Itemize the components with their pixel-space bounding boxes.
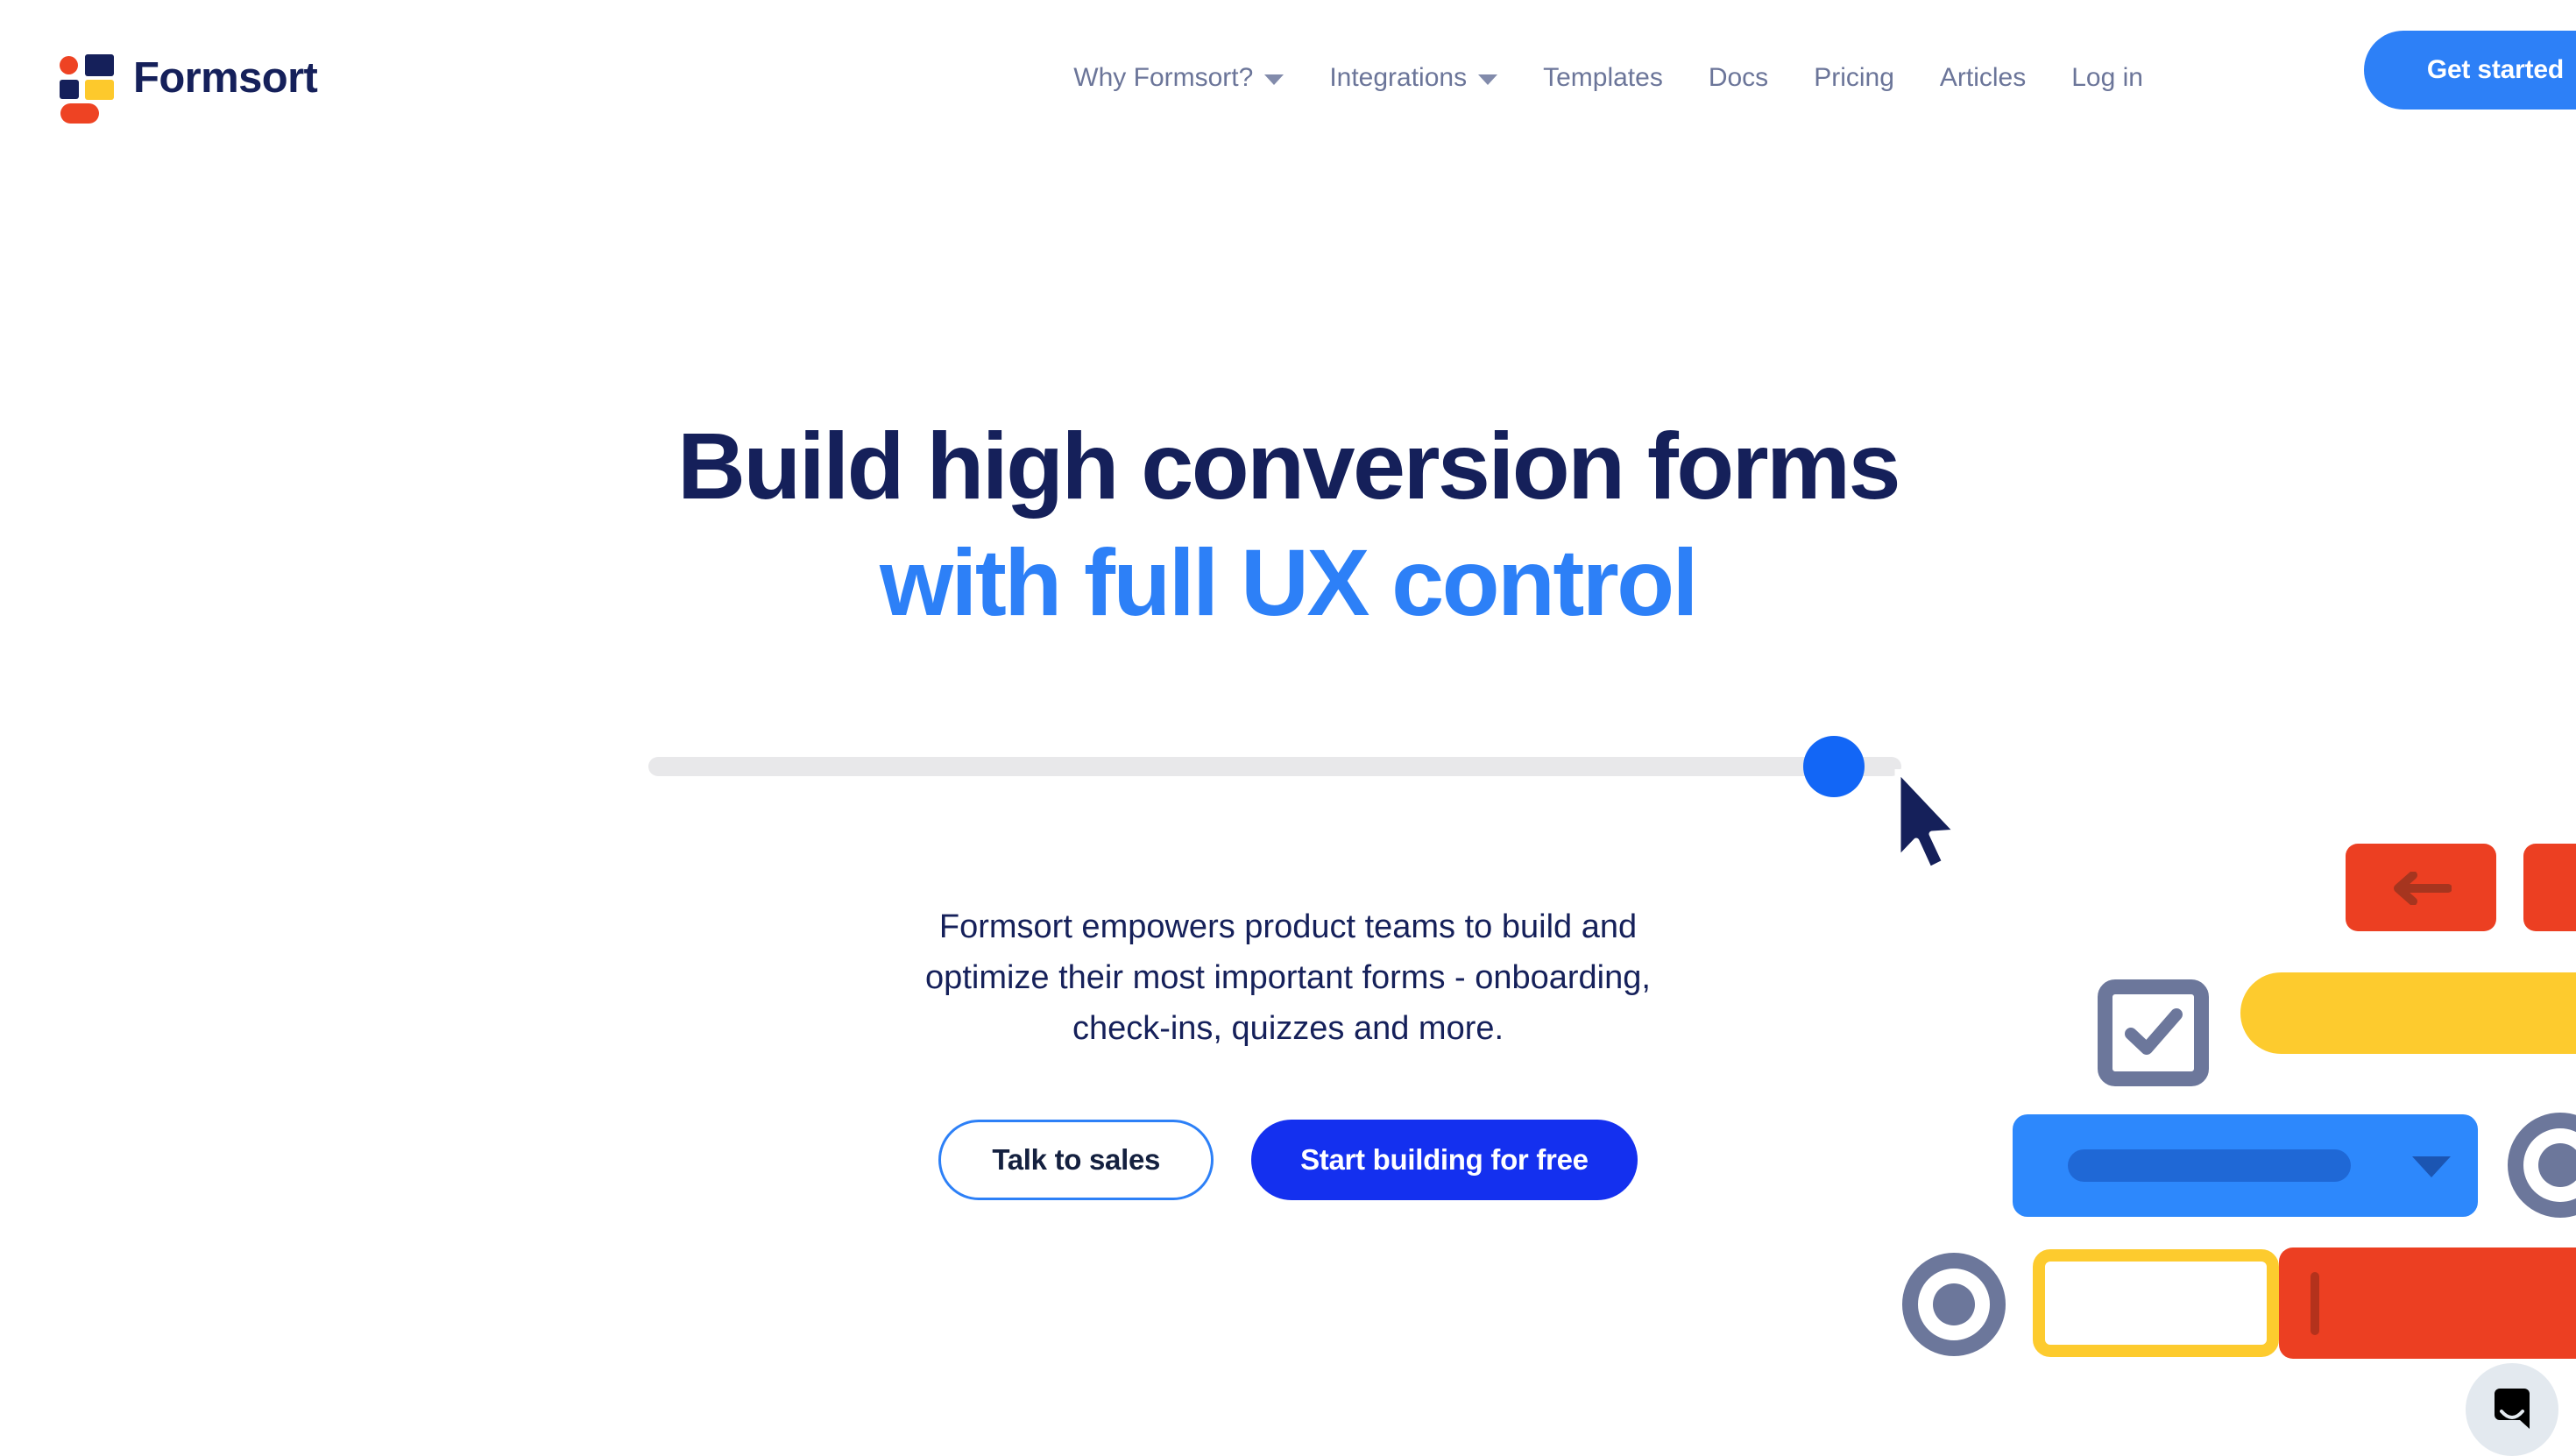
nav-item-why-formsort[interactable]: Why Formsort? xyxy=(1051,65,1306,91)
logo-navy-rect xyxy=(85,54,114,76)
chevron-down-icon xyxy=(1478,74,1498,85)
talk-to-sales-button[interactable]: Talk to sales xyxy=(938,1120,1214,1200)
hero-paragraph-line-2: optimize their most important forms - on… xyxy=(925,958,1651,996)
hero-section: Build high conversion forms with full UX… xyxy=(0,0,2576,1444)
nav-item-articles[interactable]: Articles xyxy=(1917,65,2049,91)
nav-label: Docs xyxy=(1708,63,1769,92)
nav-item-log-in[interactable]: Log in xyxy=(2049,65,2166,91)
start-building-for-free-button[interactable]: Start building for free xyxy=(1251,1120,1638,1200)
hero-paragraph: Formsort empowers product teams to build… xyxy=(0,902,2576,1054)
hero-paragraph-line-1: Formsort empowers product teams to build… xyxy=(938,908,1638,945)
slider-thumb[interactable] xyxy=(1803,736,1865,797)
nav-label: Log in xyxy=(2071,63,2143,92)
nav-item-templates[interactable]: Templates xyxy=(1520,65,1686,91)
nav-label: Articles xyxy=(1939,63,2027,92)
hero-headline-line-1: Build high conversion forms xyxy=(677,413,1901,519)
mouse-pointer-icon xyxy=(1893,766,1971,873)
main-navigation: Why Formsort? Integrations Templates Doc… xyxy=(1051,65,2166,91)
logo-yellow-rect xyxy=(85,80,114,100)
logo-red-pill xyxy=(60,103,99,124)
brand-logo[interactable]: Formsort xyxy=(60,51,318,124)
chat-widget-button[interactable] xyxy=(2466,1363,2558,1456)
nav-item-docs[interactable]: Docs xyxy=(1686,65,1791,91)
logo-navy-square xyxy=(60,80,79,99)
site-header: Formsort Why Formsort? Integrations Temp… xyxy=(0,0,2576,171)
logo-red-circle xyxy=(60,56,78,74)
hero-headline-line-2: with full UX control xyxy=(880,529,1699,636)
brand-wordmark: Formsort xyxy=(133,53,318,102)
nav-item-integrations[interactable]: Integrations xyxy=(1306,65,1520,91)
hero-cta-row: Talk to sales Start building for free xyxy=(0,1120,2576,1200)
get-started-button[interactable]: Get started xyxy=(2363,31,2576,110)
chevron-down-icon xyxy=(1264,74,1284,85)
formsort-logo-mark-icon xyxy=(60,51,114,124)
hero-paragraph-line-3: check-ins, quizzes and more. xyxy=(1072,1009,1504,1047)
hero-slider[interactable] xyxy=(648,736,1919,797)
nav-item-pricing[interactable]: Pricing xyxy=(1791,65,1917,91)
nav-label: Templates xyxy=(1543,63,1663,92)
slider-track[interactable] xyxy=(648,757,1901,776)
hero-headline-block: Build high conversion forms with full UX… xyxy=(0,412,2576,636)
nav-label: Why Formsort? xyxy=(1073,63,1254,92)
nav-label: Pricing xyxy=(1814,63,1894,92)
chat-bubble-icon xyxy=(2495,1389,2530,1429)
nav-label: Integrations xyxy=(1329,63,1468,92)
